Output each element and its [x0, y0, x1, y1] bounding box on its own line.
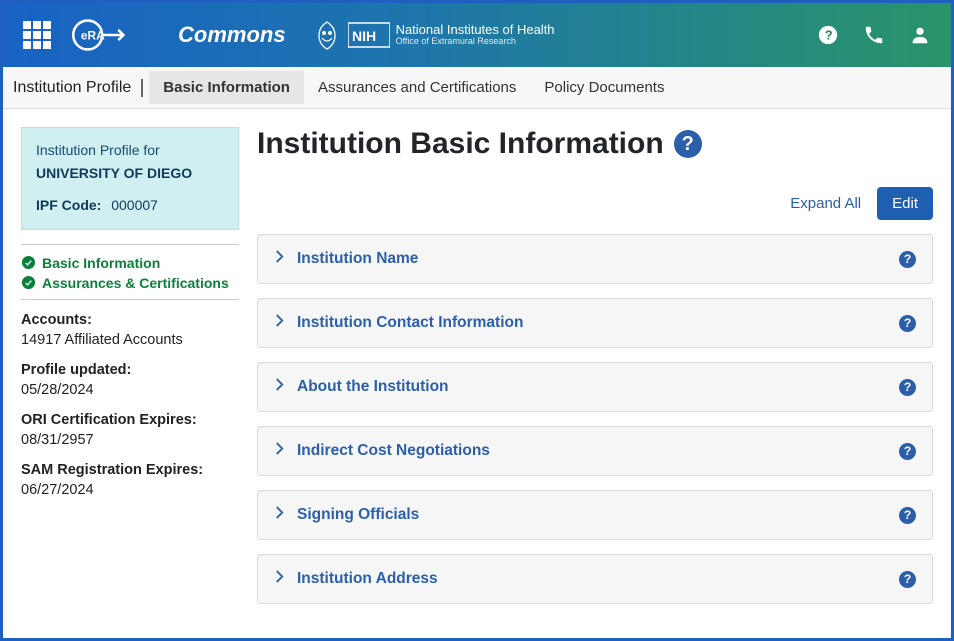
check-circle-icon	[21, 275, 36, 290]
sam-expires-label: SAM Registration Expires:	[21, 462, 239, 478]
accounts-value: 14917 Affiliated Accounts	[21, 332, 239, 348]
accordion-help-icon[interactable]: ?	[899, 443, 916, 460]
accounts-label: Accounts:	[21, 312, 239, 328]
divider	[21, 299, 239, 300]
status-label: Assurances & Certifications	[42, 275, 229, 291]
accordion-title: Institution Contact Information	[297, 314, 899, 332]
content-area: Institution Profile for UNIVERSITY OF DI…	[3, 109, 951, 618]
expand-all-link[interactable]: Expand All	[790, 195, 861, 212]
user-icon[interactable]	[909, 24, 931, 46]
chevron-right-icon	[274, 312, 285, 334]
accordion-title: Indirect Cost Negotiations	[297, 442, 899, 460]
profile-updated-value: 05/28/2024	[21, 382, 239, 398]
accordion-help-icon[interactable]: ?	[899, 571, 916, 588]
page-title: Institution Basic Information ?	[257, 127, 933, 161]
chevron-right-icon	[274, 376, 285, 398]
sidebar-meta: Accounts: 14917 Affiliated Accounts Prof…	[21, 312, 239, 498]
main-panel: Institution Basic Information ? Expand A…	[257, 127, 933, 618]
status-basic-info[interactable]: Basic Information	[21, 255, 239, 271]
apps-menu-icon[interactable]	[23, 21, 51, 49]
accordion-title: Institution Name	[297, 250, 899, 268]
status-assurances[interactable]: Assurances & Certifications	[21, 275, 239, 291]
page-help-icon[interactable]: ?	[674, 130, 702, 158]
tab-basic-information[interactable]: Basic Information	[149, 71, 304, 104]
accordion-row[interactable]: About the Institution?	[257, 362, 933, 412]
nih-label-line2: Office of Extramural Research	[396, 37, 555, 47]
top-bar: eRA Commons NIH National Institutes of H…	[3, 3, 951, 67]
svg-text:eRA: eRA	[81, 28, 105, 42]
institution-name: UNIVERSITY OF DIEGO	[36, 164, 224, 183]
commons-label: Commons	[178, 22, 286, 48]
subnav-title: Institution Profile	[11, 79, 143, 97]
chevron-right-icon	[274, 248, 285, 270]
phone-icon[interactable]	[863, 24, 885, 46]
accordion-list: Institution Name?Institution Contact Inf…	[257, 234, 933, 604]
accordion-help-icon[interactable]: ?	[899, 507, 916, 524]
ori-expires-value: 08/31/2957	[21, 432, 239, 448]
page-title-text: Institution Basic Information	[257, 127, 664, 161]
profile-for-label: Institution Profile for	[36, 142, 224, 158]
sam-expires-value: 06/27/2024	[21, 482, 239, 498]
accordion-row[interactable]: Institution Name?	[257, 234, 933, 284]
status-label: Basic Information	[42, 255, 160, 271]
accordion-row[interactable]: Signing Officials?	[257, 490, 933, 540]
ipf-code: IPF Code: 000007	[36, 197, 224, 213]
ipf-label: IPF Code:	[36, 197, 101, 213]
accordion-title: About the Institution	[297, 378, 899, 396]
era-logo[interactable]: eRA	[69, 18, 154, 52]
check-circle-icon	[21, 255, 36, 270]
svg-text:?: ?	[825, 28, 833, 43]
sidebar: Institution Profile for UNIVERSITY OF DI…	[21, 127, 239, 618]
profile-card: Institution Profile for UNIVERSITY OF DI…	[21, 127, 239, 230]
hhs-icon	[314, 20, 340, 50]
nih-icon: NIH	[348, 21, 390, 49]
accordion-row[interactable]: Institution Contact Information?	[257, 298, 933, 348]
hhs-nih-logo: NIH National Institutes of Health Office…	[314, 20, 555, 50]
tab-policy-documents[interactable]: Policy Documents	[530, 71, 678, 104]
status-list: Basic Information Assurances & Certifica…	[21, 255, 239, 291]
chevron-right-icon	[274, 440, 285, 462]
svg-text:NIH: NIH	[352, 28, 376, 44]
accordion-row[interactable]: Institution Address?	[257, 554, 933, 604]
accordion-help-icon[interactable]: ?	[899, 315, 916, 332]
divider	[21, 244, 239, 245]
edit-button[interactable]: Edit	[877, 187, 933, 220]
profile-updated-label: Profile updated:	[21, 362, 239, 378]
tab-assurances[interactable]: Assurances and Certifications	[304, 71, 530, 104]
actions-bar: Expand All Edit	[257, 187, 933, 220]
ori-expires-label: ORI Certification Expires:	[21, 412, 239, 428]
accordion-title: Institution Address	[297, 570, 899, 588]
accordion-help-icon[interactable]: ?	[899, 379, 916, 396]
ipf-value: 000007	[111, 197, 158, 213]
chevron-right-icon	[274, 568, 285, 590]
accordion-title: Signing Officials	[297, 506, 899, 524]
nih-label-line1: National Institutes of Health	[396, 23, 555, 37]
accordion-help-icon[interactable]: ?	[899, 251, 916, 268]
accordion-row[interactable]: Indirect Cost Negotiations?	[257, 426, 933, 476]
chevron-right-icon	[274, 504, 285, 526]
sub-nav: Institution Profile Basic Information As…	[3, 67, 951, 109]
help-icon[interactable]: ?	[817, 24, 839, 46]
